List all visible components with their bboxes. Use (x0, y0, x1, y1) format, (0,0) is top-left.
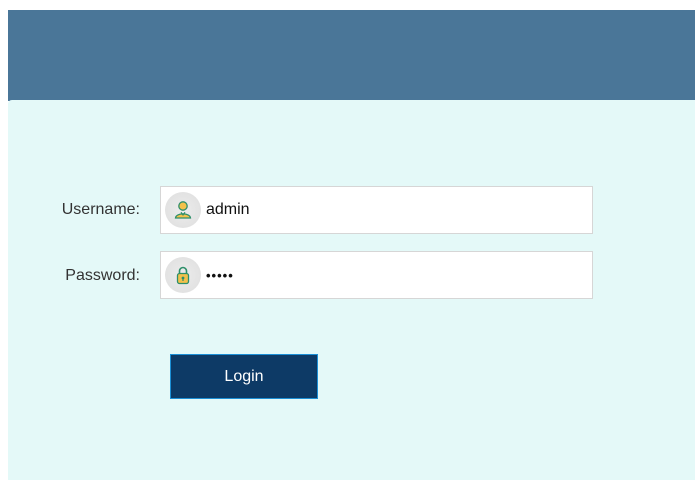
username-field[interactable] (160, 186, 593, 234)
password-field[interactable] (160, 251, 593, 299)
header-bar (8, 10, 695, 101)
password-label: Password: (65, 267, 140, 284)
username-input[interactable] (206, 199, 576, 221)
login-button[interactable]: Login (170, 354, 318, 399)
password-input[interactable] (206, 264, 576, 286)
username-label: Username: (61, 201, 140, 218)
user-icon (165, 192, 201, 228)
lock-icon (165, 257, 201, 293)
login-page: Username: Password: Login (0, 0, 695, 488)
